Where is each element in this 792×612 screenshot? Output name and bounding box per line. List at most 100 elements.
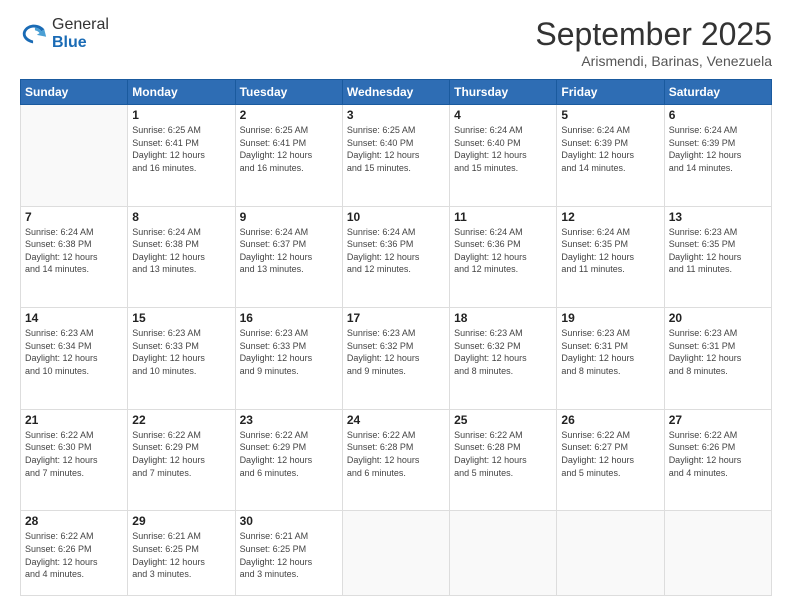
table-row xyxy=(664,511,771,596)
header: General Blue September 2025 Arismendi, B… xyxy=(20,16,772,69)
location-subtitle: Arismendi, Barinas, Venezuela xyxy=(535,53,772,69)
table-row: 9Sunrise: 6:24 AM Sunset: 6:37 PM Daylig… xyxy=(235,206,342,308)
col-wednesday: Wednesday xyxy=(342,80,449,105)
day-info: Sunrise: 6:23 AM Sunset: 6:33 PM Dayligh… xyxy=(132,327,230,377)
day-info: Sunrise: 6:21 AM Sunset: 6:25 PM Dayligh… xyxy=(240,530,338,580)
table-row: 3Sunrise: 6:25 AM Sunset: 6:40 PM Daylig… xyxy=(342,105,449,207)
day-number: 25 xyxy=(454,413,552,427)
day-number: 3 xyxy=(347,108,445,122)
day-info: Sunrise: 6:23 AM Sunset: 6:32 PM Dayligh… xyxy=(347,327,445,377)
table-row: 20 Sunrise: 6:23 AM Sunset: 6:31 PM Dayli… xyxy=(664,308,771,410)
table-row: 30 Sunrise: 6:21 AM Sunset: 6:25 PM Dayli… xyxy=(235,511,342,596)
col-friday: Friday xyxy=(557,80,664,105)
day-info: Sunrise: 6:25 AM Sunset: 6:41 PM Dayligh… xyxy=(240,124,338,174)
table-row xyxy=(342,511,449,596)
table-row: 28 Sunrise: 6:22 AM Sunset: 6:26 PM Dayli… xyxy=(21,511,128,596)
table-row: 21 Sunrise: 6:22 AM Sunset: 6:30 PM Dayli… xyxy=(21,409,128,511)
col-thursday: Thursday xyxy=(450,80,557,105)
logo-general-text: General xyxy=(52,16,109,34)
table-row: 8 Sunrise: 6:24 AM Sunset: 6:38 PM Daylig… xyxy=(128,206,235,308)
day-number: 4 xyxy=(454,108,552,122)
table-row: 26 Sunrise: 6:22 AM Sunset: 6:27 PM Dayli… xyxy=(557,409,664,511)
day-number: 20 xyxy=(669,311,767,325)
day-number: 24 xyxy=(347,413,445,427)
day-number: 21 xyxy=(25,413,123,427)
table-row: 5Sunrise: 6:24 AM Sunset: 6:39 PM Daylig… xyxy=(557,105,664,207)
day-info: Sunrise: 6:22 AM Sunset: 6:30 PM Dayligh… xyxy=(25,429,123,479)
table-row: 18 Sunrise: 6:23 AM Sunset: 6:32 PM Dayli… xyxy=(450,308,557,410)
day-info: Sunrise: 6:24 AM Sunset: 6:38 PM Dayligh… xyxy=(132,226,230,276)
table-row: 13 Sunrise: 6:23 AM Sunset: 6:35 PM Dayli… xyxy=(664,206,771,308)
calendar-header-row: Sunday Monday Tuesday Wednesday Thursday… xyxy=(21,80,772,105)
day-number: 22 xyxy=(132,413,230,427)
day-number: 30 xyxy=(240,514,338,528)
table-row: 17 Sunrise: 6:23 AM Sunset: 6:32 PM Dayli… xyxy=(342,308,449,410)
day-number: 11 xyxy=(454,210,552,224)
day-number: 10 xyxy=(347,210,445,224)
table-row: 11 Sunrise: 6:24 AM Sunset: 6:36 PM Dayli… xyxy=(450,206,557,308)
day-info: Sunrise: 6:24 AM Sunset: 6:40 PM Dayligh… xyxy=(454,124,552,174)
day-info: Sunrise: 6:23 AM Sunset: 6:34 PM Dayligh… xyxy=(25,327,123,377)
day-number: 2 xyxy=(240,108,338,122)
table-row: 22 Sunrise: 6:22 AM Sunset: 6:29 PM Dayli… xyxy=(128,409,235,511)
day-info: Sunrise: 6:22 AM Sunset: 6:28 PM Dayligh… xyxy=(347,429,445,479)
table-row: 1 Sunrise: 6:25 AM Sunset: 6:41 PM Daylig… xyxy=(128,105,235,207)
day-info: Sunrise: 6:24 AM Sunset: 6:38 PM Dayligh… xyxy=(25,226,123,276)
day-info: Sunrise: 6:22 AM Sunset: 6:28 PM Dayligh… xyxy=(454,429,552,479)
day-info: Sunrise: 6:24 AM Sunset: 6:35 PM Dayligh… xyxy=(561,226,659,276)
day-number: 14 xyxy=(25,311,123,325)
day-info: Sunrise: 6:25 AM Sunset: 6:41 PM Dayligh… xyxy=(132,124,230,174)
col-saturday: Saturday xyxy=(664,80,771,105)
logo-text: General Blue xyxy=(52,16,109,51)
day-info: Sunrise: 6:23 AM Sunset: 6:35 PM Dayligh… xyxy=(669,226,767,276)
table-row: 7 Sunrise: 6:24 AM Sunset: 6:38 PM Daylig… xyxy=(21,206,128,308)
day-number: 7 xyxy=(25,210,123,224)
table-row: 16 Sunrise: 6:23 AM Sunset: 6:33 PM Dayli… xyxy=(235,308,342,410)
table-row: 10 Sunrise: 6:24 AM Sunset: 6:36 PM Dayli… xyxy=(342,206,449,308)
col-sunday: Sunday xyxy=(21,80,128,105)
table-row xyxy=(21,105,128,207)
day-number: 29 xyxy=(132,514,230,528)
day-number: 28 xyxy=(25,514,123,528)
day-number: 13 xyxy=(669,210,767,224)
table-row: 6Sunrise: 6:24 AM Sunset: 6:39 PM Daylig… xyxy=(664,105,771,207)
table-row: 14 Sunrise: 6:23 AM Sunset: 6:34 PM Dayli… xyxy=(21,308,128,410)
day-info: Sunrise: 6:22 AM Sunset: 6:29 PM Dayligh… xyxy=(132,429,230,479)
day-info: Sunrise: 6:23 AM Sunset: 6:31 PM Dayligh… xyxy=(561,327,659,377)
day-info: Sunrise: 6:23 AM Sunset: 6:33 PM Dayligh… xyxy=(240,327,338,377)
day-info: Sunrise: 6:23 AM Sunset: 6:31 PM Dayligh… xyxy=(669,327,767,377)
day-number: 18 xyxy=(454,311,552,325)
day-number: 23 xyxy=(240,413,338,427)
table-row xyxy=(557,511,664,596)
day-info: Sunrise: 6:24 AM Sunset: 6:39 PM Dayligh… xyxy=(561,124,659,174)
day-info: Sunrise: 6:22 AM Sunset: 6:26 PM Dayligh… xyxy=(669,429,767,479)
table-row: 12 Sunrise: 6:24 AM Sunset: 6:35 PM Dayli… xyxy=(557,206,664,308)
day-number: 17 xyxy=(347,311,445,325)
day-info: Sunrise: 6:22 AM Sunset: 6:29 PM Dayligh… xyxy=(240,429,338,479)
day-info: Sunrise: 6:22 AM Sunset: 6:26 PM Dayligh… xyxy=(25,530,123,580)
day-info: Sunrise: 6:24 AM Sunset: 6:36 PM Dayligh… xyxy=(454,226,552,276)
table-row: 19 Sunrise: 6:23 AM Sunset: 6:31 PM Dayli… xyxy=(557,308,664,410)
logo-blue-text: Blue xyxy=(52,34,109,52)
table-row: 27 Sunrise: 6:22 AM Sunset: 6:26 PM Dayli… xyxy=(664,409,771,511)
day-number: 1 xyxy=(132,108,230,122)
month-title: September 2025 xyxy=(535,16,772,53)
day-info: Sunrise: 6:22 AM Sunset: 6:27 PM Dayligh… xyxy=(561,429,659,479)
logo: General Blue xyxy=(20,16,109,51)
title-block: September 2025 Arismendi, Barinas, Venez… xyxy=(535,16,772,69)
table-row: 15Sunrise: 6:23 AM Sunset: 6:33 PM Dayli… xyxy=(128,308,235,410)
day-number: 16 xyxy=(240,311,338,325)
day-info: Sunrise: 6:24 AM Sunset: 6:36 PM Dayligh… xyxy=(347,226,445,276)
day-info: Sunrise: 6:24 AM Sunset: 6:37 PM Dayligh… xyxy=(240,226,338,276)
day-info: Sunrise: 6:23 AM Sunset: 6:32 PM Dayligh… xyxy=(454,327,552,377)
day-number: 6 xyxy=(669,108,767,122)
day-number: 27 xyxy=(669,413,767,427)
day-number: 19 xyxy=(561,311,659,325)
day-number: 26 xyxy=(561,413,659,427)
day-number: 12 xyxy=(561,210,659,224)
day-number: 8 xyxy=(132,210,230,224)
table-row: 25 Sunrise: 6:22 AM Sunset: 6:28 PM Dayli… xyxy=(450,409,557,511)
calendar-table: Sunday Monday Tuesday Wednesday Thursday… xyxy=(20,79,772,596)
logo-icon xyxy=(20,20,48,48)
col-monday: Monday xyxy=(128,80,235,105)
